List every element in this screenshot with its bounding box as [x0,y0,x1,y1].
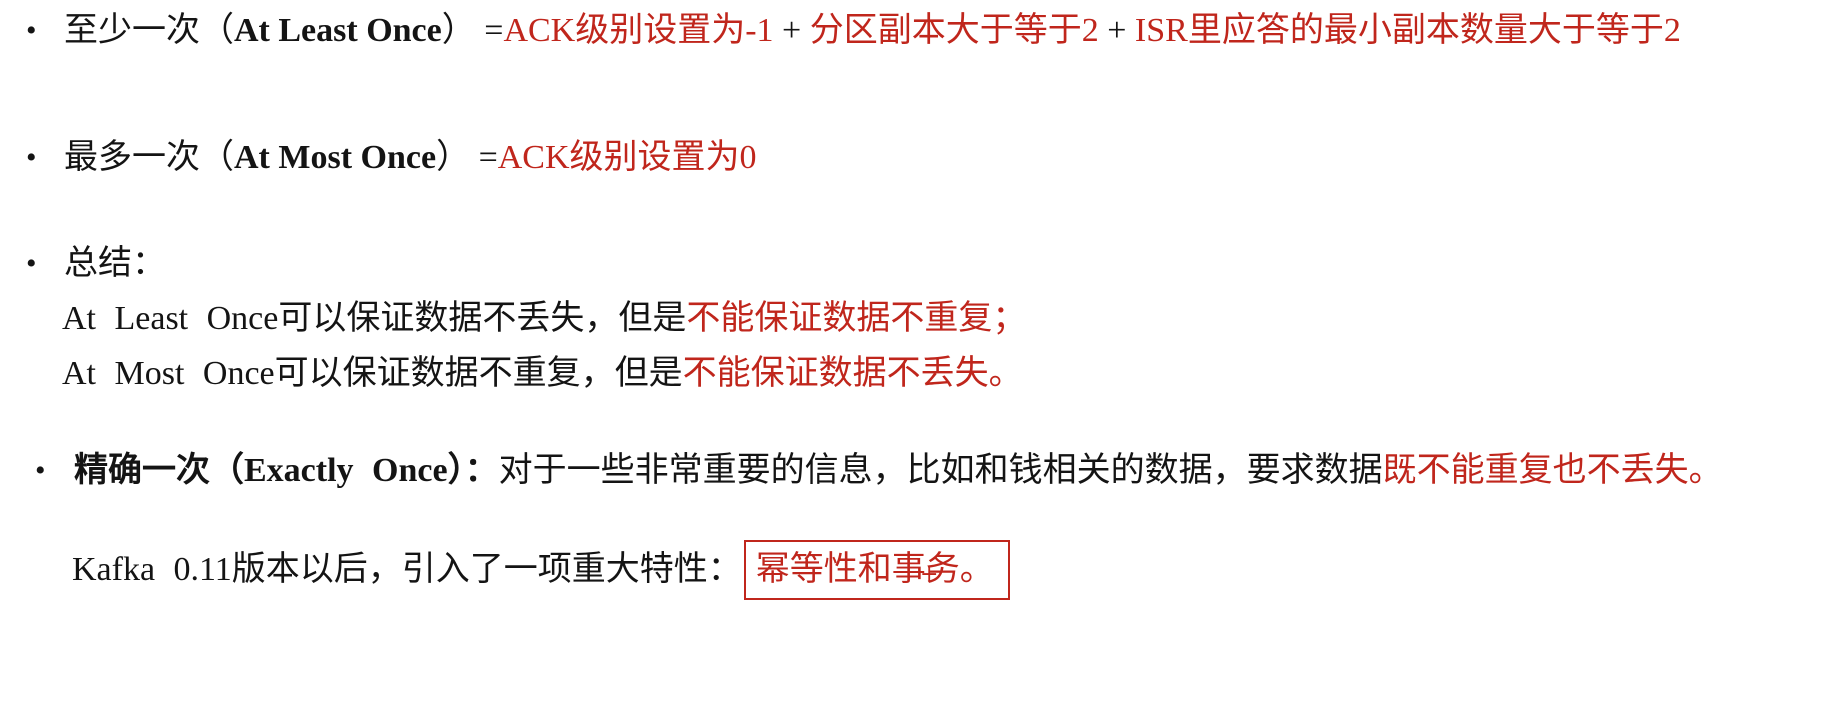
ack-condition: ACK级别设置为-1 [503,12,774,49]
exactly-once-description: 对于一些非常重要的信息，比如和钱相关的数据，要求数据 [498,452,1383,489]
at-least-once-line: 至少一次（At Least Once） =ACK级别设置为-1 + 分区副本大于… [64,10,1681,52]
exactly-once-line: 精确一次（Exactly Once）：对于一些非常重要的信息，比如和钱相关的数据… [74,450,1723,492]
exactly-once-label-en: Exactly Once [244,452,448,489]
bullet-at-most-once: • [26,141,37,174]
bullet-at-least-once: • [26,14,37,47]
equals-sign: = [484,12,504,49]
summary-line2-prefix: At Most Once可以保证数据不重复，但是 [62,355,683,392]
paren-open: （ [210,452,244,489]
bullet-summary: • [26,247,37,280]
equals-sign: = [478,139,498,176]
bullet-exactly-once: • [35,454,46,487]
replica-condition: 分区副本大于等于2 [809,12,1099,49]
plus-sign: + [782,12,802,49]
paren-open: （ [200,139,234,176]
summary-title: 总结： [64,245,166,282]
exactly-once-highlight: 既不能重复也不丢失。 [1382,452,1723,489]
at-least-once-label-en: At Least Once [234,12,442,49]
paren-close: ） [441,12,476,49]
paragraph-mark: + [920,562,939,587]
paren-open: （ [200,12,234,49]
kafka-note-prefix: Kafka 0.11版本以后，引入了一项重大特性： [72,551,742,588]
exactly-once-label-cn: 精确一次 [74,452,210,489]
at-most-once-label-cn: 最多一次 [64,139,200,176]
summary-line1-highlight: 不能保证数据不重复； [686,300,1027,337]
at-most-once-line: 最多一次（At Most Once） =ACK级别设置为0 [64,137,757,179]
plus-sign: + [1107,12,1127,49]
isr-condition: ISR里应答的最小副本数量大于等于2 [1134,12,1681,49]
paren-close: ） [436,139,471,176]
ack-condition: ACK级别设置为0 [497,139,757,176]
summary-line2-highlight: 不能保证数据不丢失。 [682,355,1023,392]
summary-line1-prefix: At Least Once可以保证数据不丢失，但是 [62,300,687,337]
summary-line-at-least-once: At Least Once可以保证数据不丢失，但是不能保证数据不重复； [62,298,1026,340]
summary-line-at-most-once: At Most Once可以保证数据不重复，但是不能保证数据不丢失。 [62,353,1023,395]
at-most-once-label-en: At Most Once [234,139,437,176]
idempotence-transaction-box: 幂等性和事务。 [743,540,1010,600]
at-least-once-label-cn: 至少一次 [64,12,200,49]
paren-close: ）： [447,452,499,489]
kafka-note-line: Kafka 0.11版本以后，引入了一项重大特性： 幂等性和事务。 [72,540,1010,600]
